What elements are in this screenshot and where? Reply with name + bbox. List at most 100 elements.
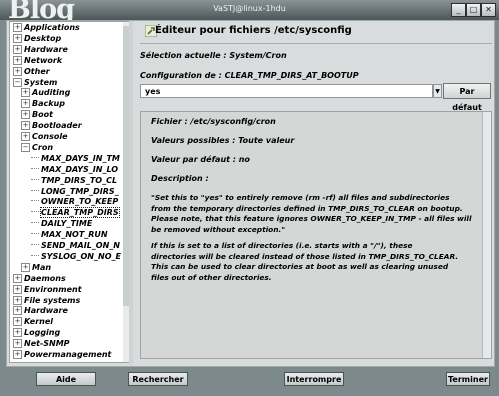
tree-item[interactable]: + Console <box>21 132 68 142</box>
value-dropdown-arrow[interactable]: ▼ <box>433 84 442 98</box>
expand-icon[interactable]: + <box>13 55 22 65</box>
maximize-button[interactable]: □ <box>466 3 481 17</box>
tree-item[interactable]: + Auditing <box>21 88 70 98</box>
tree-item[interactable]: TMP_DIRS_TO_CL <box>31 176 117 186</box>
tree-item[interactable]: + Boot <box>21 110 53 120</box>
tree-item[interactable]: + Environment <box>13 284 82 295</box>
collapse-icon[interactable]: − <box>13 77 22 87</box>
help-scrollbar[interactable] <box>482 112 491 358</box>
expand-icon[interactable]: + <box>13 306 22 316</box>
expand-icon[interactable]: + <box>13 350 22 359</box>
tree-item[interactable]: + Desktop <box>13 33 62 44</box>
help-default-value: Valeur par défaut : no <box>151 155 250 164</box>
tree-item-label: Cron <box>32 142 54 152</box>
tree-item[interactable]: OWNER_TO_KEEP <box>31 197 118 207</box>
tree-item-label: MAX_DAYS_IN_LO <box>41 164 119 174</box>
interrupt-button[interactable]: Interrompre <box>284 372 344 386</box>
tree-item[interactable]: + Man <box>21 262 52 273</box>
tree-item-label: Applications <box>24 23 80 32</box>
tree-item[interactable]: CLEAR_TMP_DIRS <box>31 207 120 219</box>
tree-item[interactable]: SYSLOG_ON_NO_E <box>31 252 121 262</box>
tree-connector <box>31 211 39 213</box>
expand-icon[interactable]: + <box>13 66 22 76</box>
tree-item-label: Backup <box>32 99 65 109</box>
expand-icon[interactable]: + <box>13 33 22 43</box>
finish-button[interactable]: Terminer <box>446 372 490 386</box>
expand-icon[interactable]: + <box>21 132 30 141</box>
tree-item-label: TMP_DIRS_TO_CL <box>41 175 118 185</box>
expand-icon[interactable]: + <box>13 23 22 32</box>
tree-item[interactable]: + Other <box>13 66 50 77</box>
expand-icon[interactable]: + <box>13 317 22 327</box>
help-panel: Fichier : /etc/sysconfig/cron Valeurs po… <box>140 111 492 359</box>
tree-item-label: Network <box>24 55 63 65</box>
tree-item[interactable]: MAX_DAYS_IN_TM <box>31 154 120 164</box>
tree-item[interactable]: − Cron <box>21 142 54 153</box>
tree-item[interactable]: + Backup <box>21 99 65 109</box>
tree-connector <box>31 233 39 235</box>
tree-item[interactable]: MAX_NOT_RUN <box>31 230 108 240</box>
tree-item[interactable]: + Logging <box>13 328 60 338</box>
tree-item[interactable]: + Net-SNMP <box>13 339 70 349</box>
expand-icon[interactable]: + <box>13 339 22 349</box>
tree-connector <box>31 189 39 191</box>
search-button[interactable]: Rechercher <box>128 372 188 386</box>
expand-icon[interactable]: + <box>21 121 30 131</box>
window-title: VaSTJ@linux-1hdu <box>213 4 286 13</box>
tree-item-label: Desktop <box>24 33 62 43</box>
help-button[interactable]: Aide <box>36 372 96 386</box>
sysconfig-editor-panel: + Applications + Desktop + Hardware + Network + O… <box>6 20 495 367</box>
close-button[interactable]: ✕ <box>481 3 496 17</box>
tree-item[interactable]: + Hardware <box>13 44 68 55</box>
desc-line: If this is set to a list of directories … <box>151 241 413 250</box>
tree-item[interactable]: + Applications <box>13 23 80 33</box>
tree-item-label: CLEAR_TMP_DIRS <box>40 207 120 219</box>
expand-icon[interactable]: + <box>21 110 30 120</box>
help-description-label: Description : <box>151 174 209 183</box>
category-tree[interactable]: + Applications + Desktop + Hardware + Network + O… <box>9 21 130 363</box>
collapse-icon[interactable]: − <box>21 142 30 152</box>
default-button[interactable]: Par défaut <box>443 83 491 112</box>
tree-item[interactable]: + Powermanagement <box>13 350 111 360</box>
expand-icon[interactable]: + <box>21 99 30 109</box>
expand-icon[interactable]: + <box>21 262 30 272</box>
tree-item[interactable]: + Hardware <box>13 306 68 316</box>
title-separator <box>140 43 492 44</box>
desc-line: "Set this to "yes" to entirely remove (r… <box>151 193 450 202</box>
tree-item[interactable]: MAX_DAYS_IN_LO <box>31 165 118 175</box>
pane-splitter[interactable] <box>129 21 133 365</box>
tree-item[interactable]: + Bootloader <box>21 121 82 131</box>
tree-item-label: Daemons <box>24 273 66 283</box>
tree-item[interactable]: + Daemons <box>13 273 66 284</box>
window-titlebar: Blog VaSTJ@linux-1hdu _ □ ✕ <box>0 0 499 25</box>
tree-connector <box>31 254 39 256</box>
tree-connector <box>31 167 39 169</box>
tree-item[interactable]: + File systems <box>13 295 80 306</box>
tree-item[interactable]: + Network <box>13 55 63 66</box>
tree-item[interactable]: DAILY_TIME <box>31 219 92 229</box>
desc-line: be removed without exception." <box>151 224 286 234</box>
tree-item-label: Console <box>32 132 68 141</box>
tree-item[interactable]: SEND_MAIL_ON_N <box>31 241 120 251</box>
tree-item-label: SYSLOG_ON_NO_E <box>41 251 121 261</box>
desc-line: from the temporary directories defined i… <box>151 203 463 213</box>
tree-item[interactable]: − System <box>13 77 58 88</box>
expand-icon[interactable]: + <box>21 88 30 98</box>
expand-icon[interactable]: + <box>13 273 22 283</box>
minimize-button[interactable]: _ <box>451 3 466 17</box>
tree-item[interactable]: + Kernel <box>13 317 53 327</box>
tree-item-label: Kernel <box>24 317 53 327</box>
expand-icon[interactable]: + <box>13 295 22 305</box>
tree-item-label: System <box>24 77 58 87</box>
editor-title: Éditeur pour fichiers /etc/sysconfig <box>155 25 352 36</box>
tree-item-label: DAILY_TIME <box>41 219 93 229</box>
desc-line: directories will be cleared instead of t… <box>151 251 459 261</box>
tree-connector <box>31 178 39 180</box>
tree-item-label: Man <box>32 262 52 272</box>
tree-item[interactable]: LONG_TMP_DIRS_ <box>31 187 119 197</box>
value-field[interactable]: yes <box>140 84 433 98</box>
expand-icon[interactable]: + <box>13 328 22 338</box>
desc-line: This can be used to clear directories at… <box>151 262 449 271</box>
expand-icon[interactable]: + <box>13 44 22 54</box>
expand-icon[interactable]: + <box>13 284 22 294</box>
